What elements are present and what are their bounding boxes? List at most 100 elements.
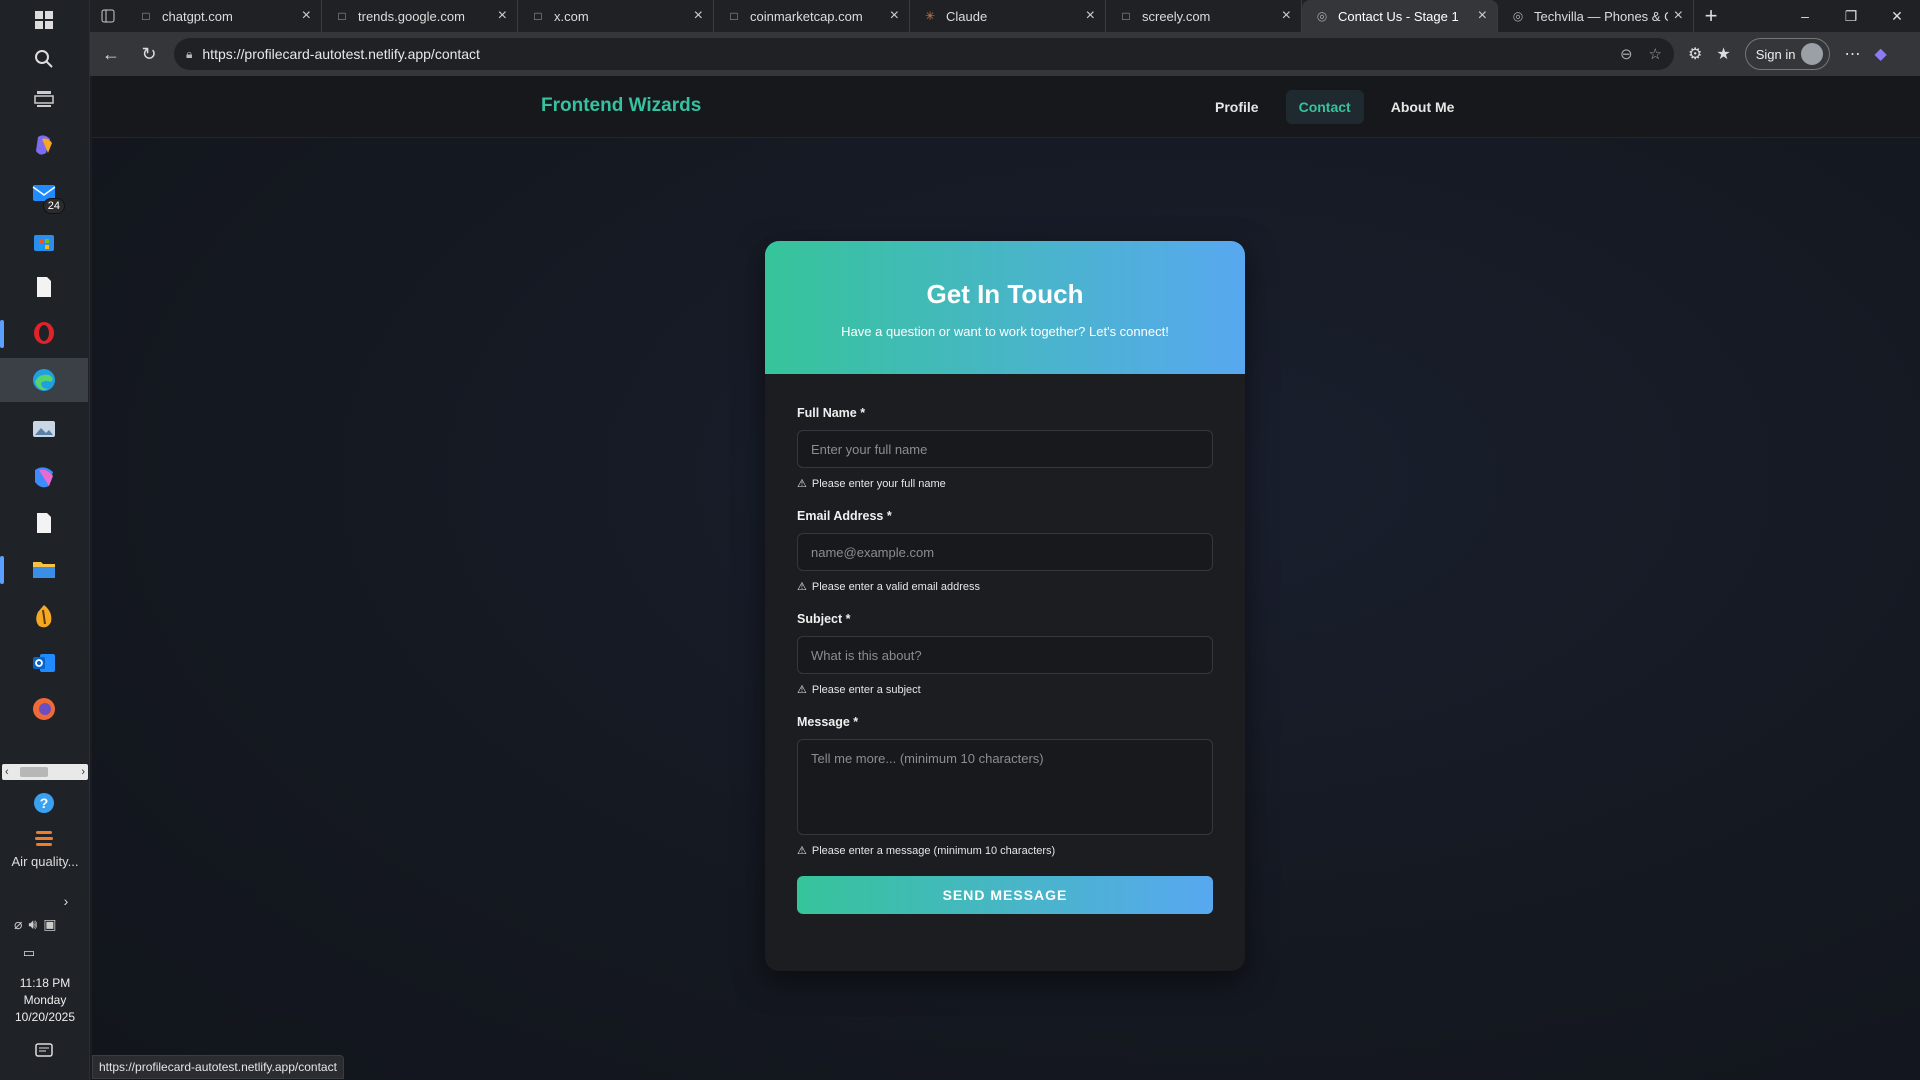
tab-title: Techvilla — Phones & Ga bbox=[1534, 8, 1668, 24]
zoom-icon[interactable]: ⊖ bbox=[1620, 45, 1633, 63]
nav-link-contact[interactable]: Contact bbox=[1285, 90, 1364, 124]
message-textarea[interactable]: Tell me more... (minimum 10 characters) bbox=[797, 739, 1213, 835]
warning-icon: ⚠︎ bbox=[797, 845, 807, 857]
close-tab-icon[interactable]: × bbox=[302, 7, 311, 25]
email-input[interactable]: name@example.com bbox=[797, 533, 1213, 571]
volume-icon[interactable]: 🔊︎ bbox=[28, 916, 37, 933]
tab-title: Contact Us - Stage 1 bbox=[1338, 8, 1459, 24]
network-off-icon[interactable]: ⌀ bbox=[14, 916, 22, 933]
name-error: ⚠︎ Please enter your full name bbox=[797, 477, 1213, 491]
scroll-left-icon[interactable]: ‹ bbox=[5, 766, 9, 778]
contact-form: Full Name * Enter your full name ⚠︎ Pleas… bbox=[765, 374, 1245, 914]
photos-icon[interactable] bbox=[27, 412, 61, 446]
refresh-icon[interactable]: ↻ bbox=[132, 37, 166, 71]
clock[interactable]: 11:18 PM Monday 10/20/2025 bbox=[0, 975, 90, 1026]
close-tab-icon[interactable]: × bbox=[1086, 7, 1095, 25]
page-viewport: Frontend Wizards Profile Contact About M… bbox=[92, 76, 1920, 1080]
site-info-icon[interactable]: 🔒︎ bbox=[186, 47, 192, 62]
battery-icon[interactable]: ▭ bbox=[12, 936, 46, 970]
clock-time: 11:18 PM bbox=[19, 976, 71, 990]
taskbar: 24 ‹ › ? Air quality... › ⌀ 🔊︎ ▣ ▭ 11:18… bbox=[0, 0, 90, 1080]
close-tab-icon[interactable]: × bbox=[694, 7, 703, 25]
address-bar[interactable]: 🔒︎ https://profilecard-autotest.netlify.… bbox=[174, 38, 1674, 70]
sign-in-button[interactable]: Sign in bbox=[1744, 38, 1831, 70]
email-error-text: Please enter a valid email address bbox=[811, 580, 981, 593]
copilot-sidebar-icon[interactable]: ◆ bbox=[1874, 44, 1886, 64]
close-tab-icon[interactable]: × bbox=[498, 7, 507, 25]
tab-actions-icon[interactable] bbox=[90, 0, 126, 32]
new-tab-button[interactable]: + bbox=[1694, 3, 1728, 29]
page-icon: □ bbox=[534, 9, 542, 23]
contact-card-header: Get In Touch Have a question or want to … bbox=[765, 241, 1245, 374]
page-icon: □ bbox=[142, 9, 150, 23]
search-icon[interactable] bbox=[27, 42, 61, 76]
browser-tab[interactable]: □ x.com × bbox=[518, 0, 714, 32]
air-quality-icon[interactable] bbox=[27, 822, 61, 856]
copilot-icon[interactable] bbox=[27, 128, 61, 162]
fl-studio-icon[interactable] bbox=[27, 600, 61, 634]
tab-list: □ chatgpt.com × □ trends.google.com × □ x.com × □… bbox=[126, 0, 1694, 32]
windows-start-icon[interactable] bbox=[27, 3, 61, 37]
close-tab-icon[interactable]: × bbox=[890, 7, 899, 25]
extensions-icon[interactable]: ⚙ bbox=[1688, 44, 1702, 64]
task-view-icon[interactable] bbox=[27, 82, 61, 116]
browser-tab[interactable]: □ trends.google.com × bbox=[322, 0, 518, 32]
chevron-right-icon[interactable]: › bbox=[56, 884, 76, 918]
email-label: Email Address * bbox=[797, 509, 892, 523]
minimize-icon[interactable]: – bbox=[1782, 0, 1828, 32]
outlook-icon[interactable] bbox=[27, 646, 61, 680]
site-brand[interactable]: Frontend Wizards bbox=[541, 95, 701, 117]
browser-tab[interactable]: □ screely.com × bbox=[1106, 0, 1302, 32]
close-tab-icon[interactable]: × bbox=[1282, 7, 1291, 25]
browser-tab[interactable]: □ chatgpt.com × bbox=[126, 0, 322, 32]
file-explorer-icon[interactable] bbox=[27, 552, 61, 586]
notepad-icon[interactable] bbox=[27, 270, 61, 304]
page-icon: □ bbox=[338, 9, 346, 23]
meet-now-icon[interactable]: ▣ bbox=[43, 916, 56, 933]
taskbar-scrollbar[interactable]: ‹ › bbox=[2, 764, 88, 780]
subject-error-text: Please enter a subject bbox=[811, 683, 921, 696]
browser-tab[interactable]: ✳ Claude × bbox=[910, 0, 1106, 32]
nav-link-profile[interactable]: Profile bbox=[1202, 90, 1272, 124]
browser-tab[interactable]: ◎ Contact Us - Stage 1 × bbox=[1302, 0, 1498, 32]
status-bar-url: https://profilecard-autotest.netlify.app… bbox=[92, 1055, 344, 1079]
weather-widget-label[interactable]: Air quality... bbox=[0, 854, 90, 869]
back-icon[interactable]: ← bbox=[94, 37, 128, 71]
mail-icon[interactable]: 24 bbox=[27, 176, 65, 214]
firefox-icon[interactable] bbox=[27, 692, 61, 726]
browser-tab[interactable]: ◎ Techvilla — Phones & Ga × bbox=[1498, 0, 1694, 32]
restore-icon[interactable]: ❐ bbox=[1828, 0, 1874, 32]
edge-icon[interactable] bbox=[27, 363, 61, 397]
svg-text:?: ? bbox=[40, 795, 49, 811]
file-icon[interactable] bbox=[27, 506, 61, 540]
message-field-group: Message * Tell me more... (minimum 10 ch… bbox=[797, 715, 1213, 857]
favorites-icon[interactable]: ★ bbox=[1716, 44, 1730, 64]
warning-icon: ⚠︎ bbox=[797, 478, 807, 490]
scroll-thumb[interactable] bbox=[20, 767, 48, 777]
name-field-group: Full Name * Enter your full name ⚠︎ Pleas… bbox=[797, 406, 1213, 490]
page-title: Get In Touch bbox=[926, 279, 1084, 309]
send-message-button[interactable]: SEND MESSAGE bbox=[797, 876, 1213, 914]
page-icon: □ bbox=[730, 9, 738, 23]
message-label: Message * bbox=[797, 715, 859, 729]
close-tab-icon[interactable]: × bbox=[1478, 7, 1487, 25]
tab-title: chatgpt.com bbox=[162, 8, 233, 24]
browser-tab[interactable]: □ coinmarketcap.com × bbox=[714, 0, 910, 32]
microsoft-365-icon[interactable] bbox=[27, 460, 61, 494]
help-icon[interactable]: ? bbox=[27, 786, 61, 820]
subject-input[interactable]: What is this about? bbox=[797, 636, 1213, 674]
scroll-right-icon[interactable]: › bbox=[81, 766, 85, 778]
opera-icon[interactable] bbox=[27, 316, 61, 350]
more-options-icon[interactable]: ⋯ bbox=[1844, 44, 1860, 64]
close-window-icon[interactable]: ✕ bbox=[1874, 0, 1920, 32]
close-tab-icon[interactable]: × bbox=[1674, 7, 1683, 25]
favorite-star-icon[interactable]: ☆ bbox=[1649, 45, 1662, 63]
mail-badge: 24 bbox=[42, 198, 65, 214]
microsoft-store-icon[interactable] bbox=[27, 224, 61, 258]
url-text[interactable]: https://profilecard-autotest.netlify.app… bbox=[202, 46, 1604, 62]
toolbar-actions: ⚙ ★ Sign in ⋯ ◆ bbox=[1688, 38, 1887, 70]
full-name-input[interactable]: Enter your full name bbox=[797, 430, 1213, 468]
nav-link-about-me[interactable]: About Me bbox=[1378, 90, 1468, 124]
tab-title: screely.com bbox=[1142, 8, 1211, 24]
notification-icon[interactable] bbox=[27, 1034, 61, 1068]
